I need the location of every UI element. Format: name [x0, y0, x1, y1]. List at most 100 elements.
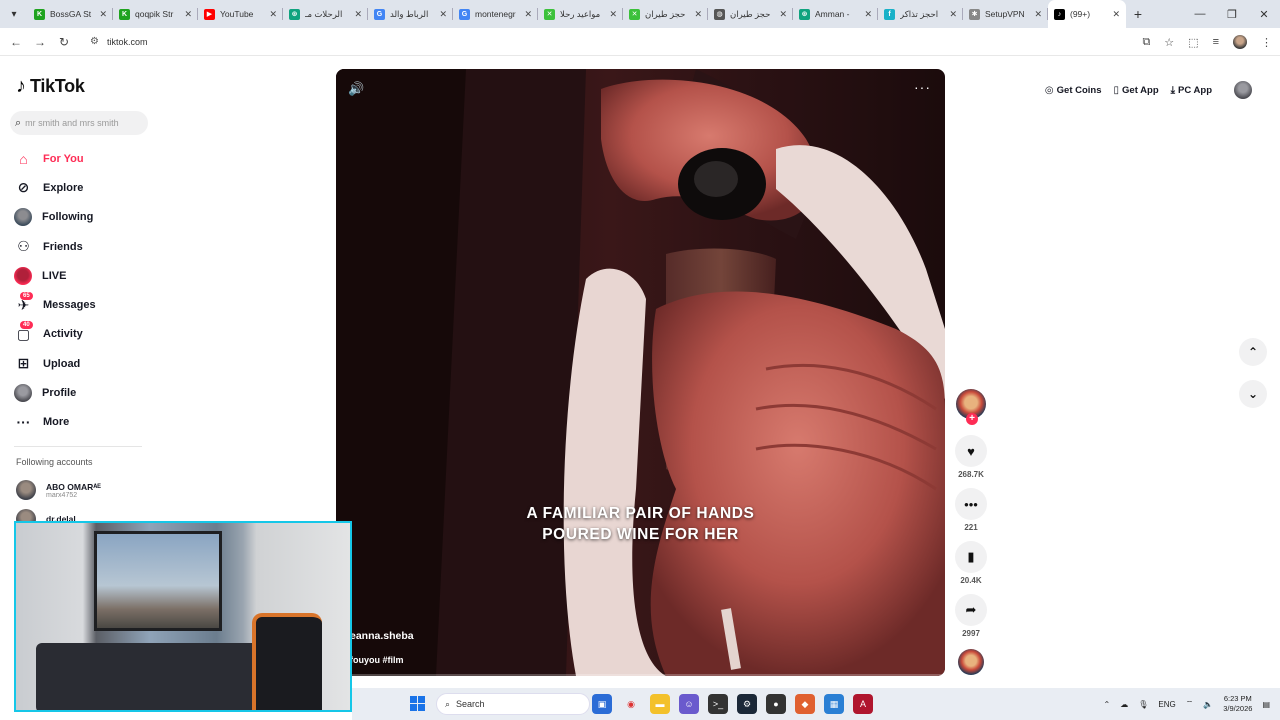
video-author[interactable]: eanna.sheba: [350, 630, 414, 642]
nav-item-for-you[interactable]: ⌂ For You: [14, 144, 154, 173]
onedrive-icon[interactable]: ☁: [1120, 700, 1128, 709]
activity-icon: ▢ 40: [14, 320, 33, 344]
music-disc-avatar[interactable]: [958, 649, 984, 675]
share-icon: ➦: [965, 602, 977, 617]
nav-item-upload[interactable]: ⊞ Upload: [14, 349, 154, 378]
nav-item-following[interactable]: Following: [14, 203, 154, 232]
new-tab-button[interactable]: +: [1126, 6, 1150, 22]
steam-icon[interactable]: ⚙: [737, 694, 757, 714]
tray-chevron-icon[interactable]: ⌃: [1104, 700, 1111, 709]
browser-tab[interactable]: ⊛ الرحلات مـ ✕: [283, 0, 368, 28]
search-box[interactable]: ⌕: [10, 111, 148, 135]
browser-profile-avatar[interactable]: [1233, 35, 1247, 49]
obs-icon[interactable]: ●: [766, 694, 786, 714]
video-player[interactable]: 🔊 ··· A FAMILIAR PAIR OF HANDS POURED WI…: [336, 69, 945, 676]
forward-icon[interactable]: →: [28, 35, 52, 49]
close-tab-icon[interactable]: ✕: [779, 9, 787, 20]
next-video-button[interactable]: ⌄: [1239, 380, 1267, 408]
browser-menu-icon[interactable]: ⋮: [1261, 36, 1272, 49]
volume-icon[interactable]: 🔊: [348, 81, 364, 97]
pc-app-button[interactable]: ⤓ PC App: [1171, 85, 1212, 96]
browser-tab[interactable]: ⊛ Amman - ✕: [793, 0, 878, 28]
wifi-icon[interactable]: ⌔: [1186, 699, 1194, 709]
close-tab-icon[interactable]: ✕: [99, 9, 107, 20]
user-avatar[interactable]: [1234, 81, 1252, 99]
close-tab-icon[interactable]: ✕: [864, 9, 872, 20]
close-tab-icon[interactable]: ✕: [354, 9, 362, 20]
video-hashtags[interactable]: fouyou #film: [350, 655, 404, 665]
nav-item-more[interactable]: ··· More: [14, 408, 154, 437]
following-account[interactable]: ABO OMARᴬᴱ marx4752: [16, 480, 101, 500]
video-progress-bar[interactable]: [336, 674, 945, 676]
start-icon[interactable]: [410, 696, 426, 712]
like-button[interactable]: ♥: [955, 435, 987, 467]
task-view-icon[interactable]: ▣: [592, 694, 612, 714]
browser-tab[interactable]: Gmontenegr ✕: [453, 0, 538, 28]
notifications-icon[interactable]: ▤: [1262, 700, 1270, 709]
app-icon[interactable]: ◆: [795, 694, 815, 714]
browser-tab[interactable]: ◍ حجز طيران ✕: [708, 0, 793, 28]
browser-tab[interactable]: ✕ حجز طيران ✕: [623, 0, 708, 28]
tab-search-dropdown-icon[interactable]: ▾: [0, 0, 28, 28]
close-tab-icon[interactable]: ✕: [269, 9, 277, 20]
extensions-icon[interactable]: ⬚: [1188, 36, 1198, 49]
close-tab-icon[interactable]: ✕: [439, 9, 447, 20]
address-bar[interactable]: ⚙ tiktok.com: [82, 31, 1162, 53]
browser-tab[interactable]: K BossGA St ✕: [28, 0, 113, 28]
tiktok-logo[interactable]: ♪ TikTok: [16, 75, 85, 98]
puzzle-favicon-icon: ✱: [969, 8, 980, 20]
video-more-icon[interactable]: ···: [914, 79, 931, 95]
acrobat-icon[interactable]: A: [853, 694, 873, 714]
nav-item-activity[interactable]: ▢ 40 Activity: [14, 320, 154, 349]
nav-item-messages[interactable]: ✈ 65 Messages: [14, 290, 154, 319]
restore-icon[interactable]: ❐: [1216, 0, 1248, 28]
share-button[interactable]: ➦: [955, 594, 987, 626]
close-tab-icon[interactable]: ✕: [524, 9, 532, 20]
terminal-icon[interactable]: >_: [708, 694, 728, 714]
chrome-icon[interactable]: ◉: [621, 694, 641, 714]
tab-groups-icon[interactable]: ≡: [1213, 36, 1219, 48]
cast-icon[interactable]: ⧉: [1142, 36, 1150, 49]
site-info-icon[interactable]: ⚙: [90, 36, 99, 47]
bookmark-star-icon[interactable]: ☆: [1164, 36, 1174, 49]
close-tab-icon[interactable]: ✕: [1034, 9, 1042, 20]
browser-tab[interactable]: ✱ SetupVPN ✕: [963, 0, 1048, 28]
close-tab-icon[interactable]: ✕: [949, 9, 957, 20]
nav-item-friends[interactable]: ⚇ Friends: [14, 232, 154, 261]
search-input[interactable]: [25, 118, 136, 128]
windows-taskbar: ⌕ Search ▣ ◉ ▬ ☺ >_ ⚙ ● ◆ ▦ A ⌃ ☁ 🎙 ENG …: [352, 688, 1280, 720]
previous-video-button[interactable]: ⌃: [1239, 338, 1267, 366]
get-coins-button[interactable]: ◎ Get Coins: [1045, 85, 1102, 96]
language-indicator[interactable]: ENG: [1158, 700, 1175, 709]
follow-plus-icon[interactable]: +: [966, 413, 978, 425]
speaker-icon[interactable]: 🔈: [1203, 700, 1213, 709]
browser-tab[interactable]: ▶ YouTube ✕: [198, 0, 283, 28]
save-button[interactable]: ▮: [955, 541, 987, 573]
get-app-button[interactable]: ▯ Get App: [1114, 85, 1159, 96]
back-icon[interactable]: ←: [4, 35, 28, 49]
creator-avatar[interactable]: +: [956, 389, 986, 425]
nav-item-profile[interactable]: Profile: [14, 378, 154, 407]
close-tab-icon[interactable]: ✕: [184, 9, 192, 20]
browser-tab[interactable]: G الرباط والد ✕: [368, 0, 453, 28]
minimize-icon[interactable]: —: [1184, 0, 1216, 28]
taskbar-search[interactable]: ⌕ Search: [436, 693, 590, 715]
comment-button[interactable]: •••: [955, 488, 987, 520]
browser-tab[interactable]: ♪ (99+) ‎‎ ✕: [1048, 0, 1126, 28]
close-tab-icon[interactable]: ✕: [1112, 9, 1120, 20]
file-explorer-icon[interactable]: ▬: [650, 694, 670, 714]
mic-icon[interactable]: 🎙: [1138, 700, 1148, 709]
clock[interactable]: 6:23 PM 3/9/2026: [1223, 694, 1252, 714]
reload-icon[interactable]: ↻: [52, 35, 76, 49]
nav-item-live[interactable]: LIVE: [14, 261, 154, 290]
browser-tab[interactable]: Kqoqpik Str ✕: [113, 0, 198, 28]
browser-tab[interactable]: ✕ مواعيد رحلا ✕: [538, 0, 623, 28]
browser-tab[interactable]: f احجز تذاكر ✕: [878, 0, 963, 28]
discord-icon[interactable]: ☺: [679, 694, 699, 714]
close-tab-icon[interactable]: ✕: [609, 9, 617, 20]
nav-item-explore[interactable]: ⊘ Explore: [14, 173, 154, 202]
photos-icon[interactable]: ▦: [824, 694, 844, 714]
close-window-icon[interactable]: ✕: [1248, 0, 1280, 28]
chevron-down-icon: ⌄: [1247, 387, 1259, 401]
close-tab-icon[interactable]: ✕: [694, 9, 702, 20]
